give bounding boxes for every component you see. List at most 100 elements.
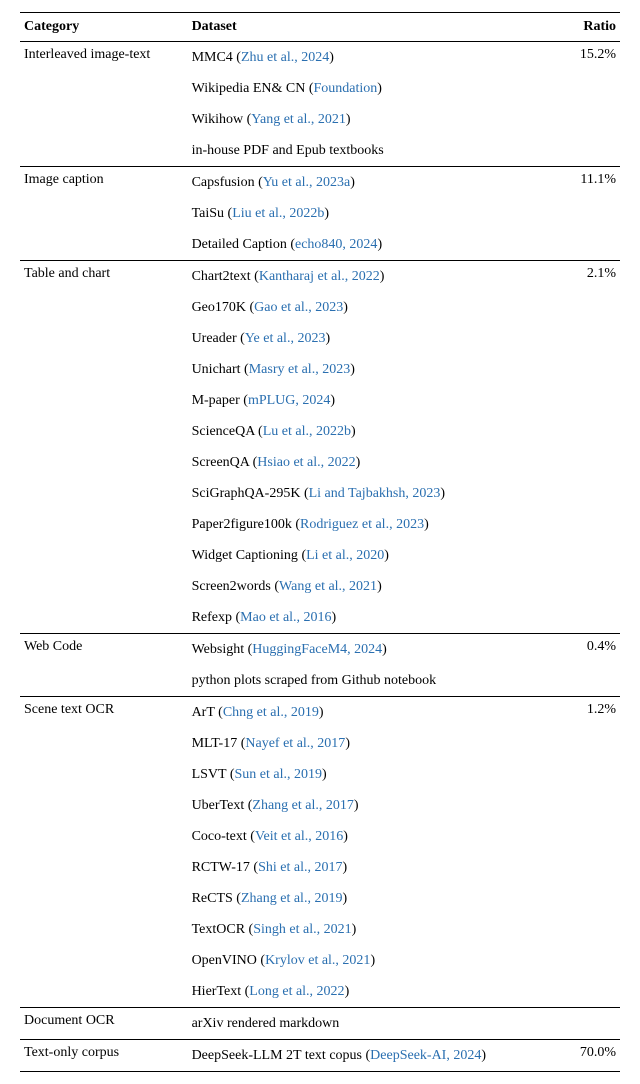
citation: Kantharaj et al., 2022 [259, 269, 380, 284]
table-row: Scene text OCRArT (Chng et al., 2019)1.2… [20, 697, 620, 729]
category-cell: Document OCR [20, 1008, 188, 1040]
dataset-name: arXiv rendered markdown [192, 1016, 340, 1031]
ratio-cell: 2.1% [565, 261, 620, 634]
dataset-cell: arXiv rendered markdown [188, 1008, 565, 1040]
dataset-cell: OpenVINO (Krylov et al., 2021) [188, 945, 565, 976]
citation: echo840, 2024 [295, 237, 377, 252]
ratio-cell: 15.2% [565, 42, 620, 167]
dataset-cell: TextOCR (Singh et al., 2021) [188, 914, 565, 945]
citation: Yang et al., 2021 [251, 112, 346, 127]
table-row: Table and chartChart2text (Kantharaj et … [20, 261, 620, 293]
dataset-name: SciGraphQA-295K [192, 486, 301, 501]
dataset-name: RCTW-17 [192, 860, 250, 875]
citation: Shi et al., 2017 [258, 860, 342, 875]
dataset-cell: TaiSu (Liu et al., 2022b) [188, 198, 565, 229]
citation: Zhu et al., 2024 [241, 50, 329, 65]
dataset-cell: RCTW-17 (Shi et al., 2017) [188, 852, 565, 883]
table-body: Interleaved image-textMMC4 (Zhu et al., … [20, 42, 620, 1072]
citation: Liu et al., 2022b [232, 206, 324, 221]
dataset-name: Coco-text [192, 829, 247, 844]
dataset-cell: Ureader (Ye et al., 2023) [188, 323, 565, 354]
dataset-name: Paper2figure100k [192, 517, 292, 532]
dataset-cell: ScreenQA (Hsiao et al., 2022) [188, 447, 565, 478]
category-cell: Image caption [20, 167, 188, 261]
category-cell: Interleaved image-text [20, 42, 188, 167]
citation: Gao et al., 2023 [254, 300, 343, 315]
citation: Zhang et al., 2019 [241, 891, 342, 906]
dataset-name: ArT [192, 705, 215, 720]
dataset-cell: M-paper (mPLUG, 2024) [188, 385, 565, 416]
header-ratio: Ratio [565, 13, 620, 42]
citation: Rodriguez et al., 2023 [300, 517, 424, 532]
dataset-name: UberText [192, 798, 245, 813]
dataset-cell: Widget Captioning (Li et al., 2020) [188, 540, 565, 571]
dataset-cell: Geo170K (Gao et al., 2023) [188, 292, 565, 323]
dataset-cell: ScienceQA (Lu et al., 2022b) [188, 416, 565, 447]
dataset-name: Unichart [192, 362, 241, 377]
citation: Krylov et al., 2021 [265, 953, 370, 968]
dataset-cell: UberText (Zhang et al., 2017) [188, 790, 565, 821]
dataset-cell: HierText (Long et al., 2022) [188, 976, 565, 1008]
table-row: Image captionCapsfusion (Yu et al., 2023… [20, 167, 620, 199]
dataset-cell: python plots scraped from Github noteboo… [188, 665, 565, 697]
dataset-name: Widget Captioning [192, 548, 298, 563]
citation: Nayef et al., 2017 [245, 736, 345, 751]
dataset-name: MLT-17 [192, 736, 238, 751]
citation: Lu et al., 2022b [263, 424, 351, 439]
dataset-name: LSVT [192, 767, 227, 782]
category-cell: Text-only corpus [20, 1040, 188, 1072]
dataset-cell: DeepSeek-LLM 2T text copus (DeepSeek-AI,… [188, 1040, 565, 1072]
dataset-name: M-paper [192, 393, 240, 408]
dataset-cell: ArT (Chng et al., 2019) [188, 697, 565, 729]
dataset-cell: Wikihow (Yang et al., 2021) [188, 104, 565, 135]
dataset-cell: Wikipedia EN& CN (Foundation) [188, 73, 565, 104]
citation: Veit et al., 2016 [255, 829, 343, 844]
citation: Yu et al., 2023a [263, 175, 350, 190]
citation: Long et al., 2022 [249, 984, 344, 999]
dataset-cell: in-house PDF and Epub textbooks [188, 135, 565, 167]
dataset-name: Detailed Caption [192, 237, 287, 252]
dataset-name: Refexp [192, 610, 232, 625]
dataset-name: ScienceQA [192, 424, 255, 439]
citation: Ye et al., 2023 [245, 331, 326, 346]
dataset-cell: Unichart (Masry et al., 2023) [188, 354, 565, 385]
table-row: Interleaved image-textMMC4 (Zhu et al., … [20, 42, 620, 74]
citation: Zhang et al., 2017 [252, 798, 353, 813]
citation: Foundation [313, 81, 377, 96]
dataset-name: python plots scraped from Github noteboo… [192, 673, 437, 688]
dataset-cell: Coco-text (Veit et al., 2016) [188, 821, 565, 852]
dataset-name: DeepSeek-LLM 2T text copus [192, 1048, 362, 1063]
header-category: Category [20, 13, 188, 42]
citation: Masry et al., 2023 [249, 362, 350, 377]
ratio-cell: 0.4% [565, 634, 620, 697]
ratio-cell: 70.0% [565, 1040, 620, 1072]
ratio-cell [565, 1008, 620, 1040]
table-row: Text-only corpusDeepSeek-LLM 2T text cop… [20, 1040, 620, 1072]
citation: Mao et al., 2016 [240, 610, 331, 625]
dataset-name: ScreenQA [192, 455, 250, 470]
citation: Chng et al., 2019 [223, 705, 319, 720]
dataset-name: HierText [192, 984, 242, 999]
dataset-cell: Websight (HuggingFaceM4, 2024) [188, 634, 565, 666]
dataset-cell: SciGraphQA-295K (Li and Tajbakhsh, 2023) [188, 478, 565, 509]
dataset-cell: MMC4 (Zhu et al., 2024) [188, 42, 565, 74]
category-cell: Scene text OCR [20, 697, 188, 1008]
dataset-table: Category Dataset Ratio Interleaved image… [20, 12, 620, 1072]
citation: HuggingFaceM4, 2024 [252, 642, 382, 657]
dataset-name: TaiSu [192, 206, 224, 221]
dataset-name: MMC4 [192, 50, 233, 65]
citation: Wang et al., 2021 [279, 579, 377, 594]
dataset-name: Websight [192, 642, 245, 657]
dataset-cell: Chart2text (Kantharaj et al., 2022) [188, 261, 565, 293]
citation: Sun et al., 2019 [234, 767, 322, 782]
dataset-name: Wikipedia EN& CN [192, 81, 306, 96]
dataset-cell: ReCTS (Zhang et al., 2019) [188, 883, 565, 914]
dataset-name: Capsfusion [192, 175, 255, 190]
dataset-cell: Screen2words (Wang et al., 2021) [188, 571, 565, 602]
dataset-name: in-house PDF and Epub textbooks [192, 143, 384, 158]
citation: DeepSeek-AI, 2024 [370, 1048, 481, 1063]
dataset-name: Screen2words [192, 579, 271, 594]
category-cell: Web Code [20, 634, 188, 697]
dataset-cell: MLT-17 (Nayef et al., 2017) [188, 728, 565, 759]
dataset-cell: LSVT (Sun et al., 2019) [188, 759, 565, 790]
